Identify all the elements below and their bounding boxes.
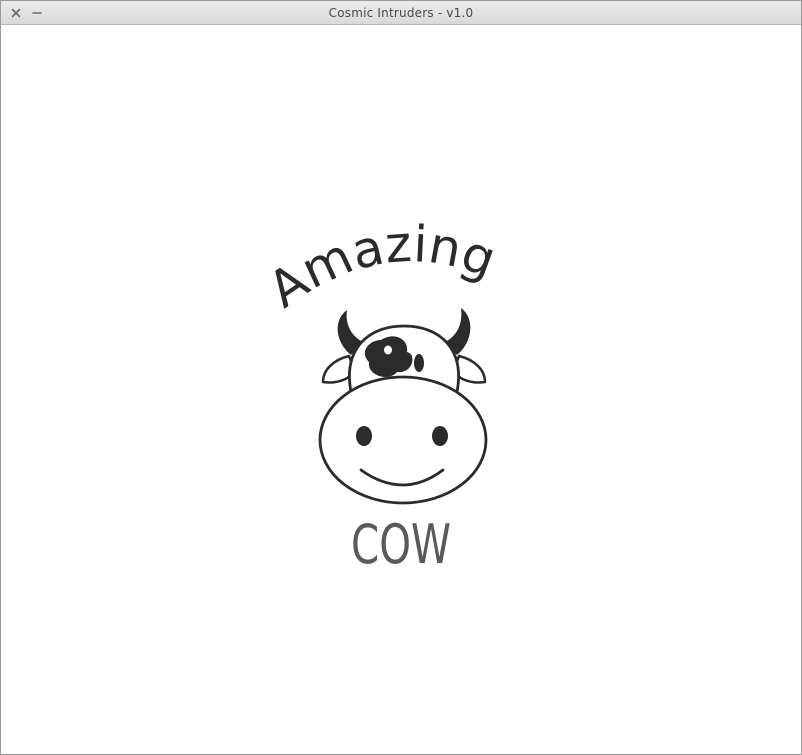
amazing-cow-logo: Amazing COW [271,220,503,565]
app-window: Cosmic Intruders - v1.0 Amazing [0,0,802,755]
cow-right-eye [432,426,448,446]
logo-text-amazing-path: Amazing [271,220,503,319]
spot-highlight [384,345,392,355]
cow-small-spot [414,354,424,372]
game-canvas[interactable]: Amazing COW [1,25,801,754]
logo-text-amazing: Amazing [271,220,503,319]
window-title: Cosmic Intruders - v1.0 [328,6,474,20]
title-bar[interactable]: Cosmic Intruders - v1.0 [1,1,801,25]
cow-left-eye [356,426,372,446]
logo-text-cow: COW [351,513,451,565]
